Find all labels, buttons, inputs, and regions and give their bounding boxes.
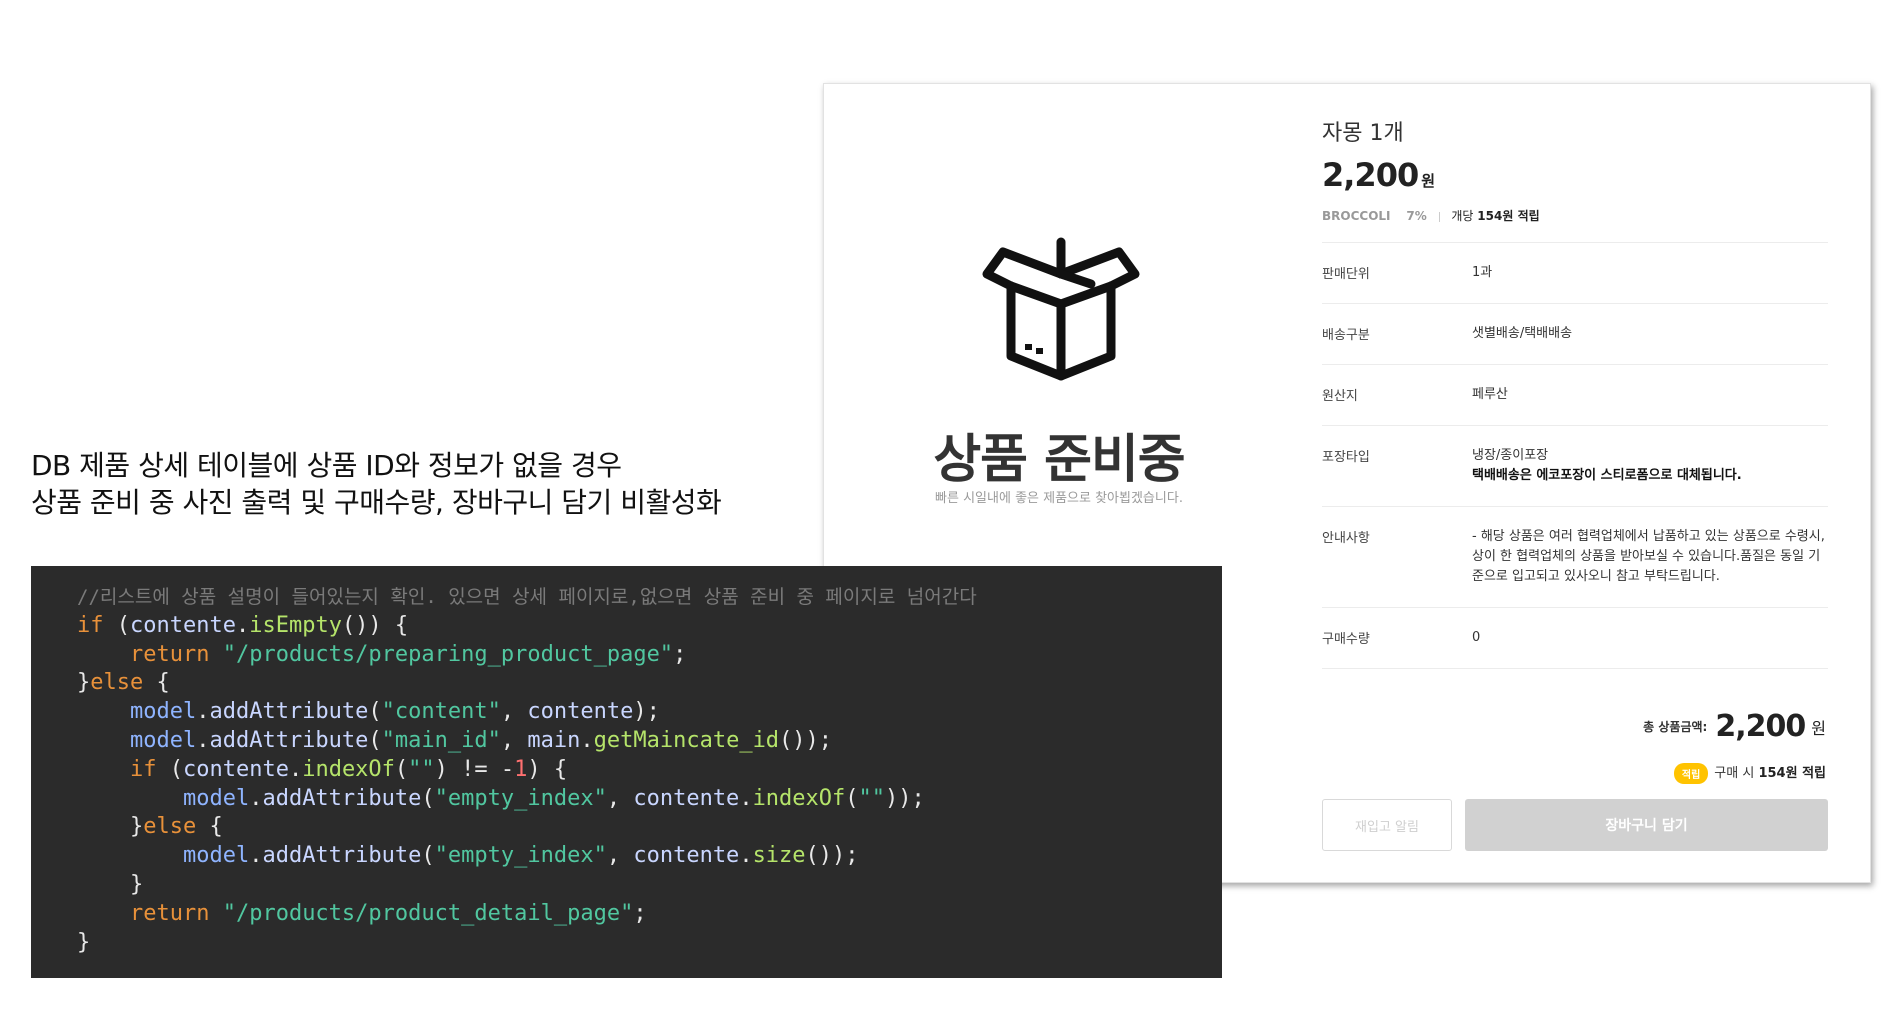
code-line: if (contente.isEmpty()) { [77, 612, 409, 638]
product-info: 자몽 1개 2,200 원 BROCCOLI 7% 개당 154원 적립 판매단위… [1322, 118, 1828, 669]
caption-line-2: 상품 준비 중 사진 출력 및 구매수량, 장바구니 담기 비활성화 [31, 486, 722, 519]
quantity-value: 0 [1472, 630, 1481, 645]
caption-line-1: DB 제품 상세 테이블에 상품 ID와 정보가 없을 경우 [31, 449, 622, 482]
code-line: model.addAttribute("empty_index", conten… [182, 843, 859, 869]
add-to-cart-button[interactable]: 장바구니 담기 [1465, 799, 1828, 851]
code-line: model.addAttribute("empty_index", conten… [182, 785, 925, 811]
info-value: - 해당 상품은 여러 협력업체에서 납품하고 있는 상품으로 수령시, 상이 … [1472, 529, 1825, 584]
preparing-subtitle: 빠른 시일내에 좋은 제품으로 찾아뵙겠습니다. [935, 491, 1183, 506]
info-key: 구매수량 [1322, 632, 1370, 647]
product-meta: BROCCOLI 7% 개당 154원 적립 [1322, 204, 1828, 243]
code-line: } [77, 929, 91, 955]
purchase-point-value: 154원 적립 [1758, 766, 1826, 781]
info-row-notice: 안내사항 - 해당 상품은 여러 협력업체에서 납품하고 있는 상품으로 수령시… [1322, 507, 1828, 608]
packaging-type: 냉장/종이포장 [1472, 448, 1549, 463]
restock-alarm-button[interactable]: 재입고 알림 [1322, 799, 1452, 851]
product-price: 2,200 원 [1322, 156, 1828, 198]
info-key: 포장타입 [1322, 450, 1370, 465]
total-label: 총 상품금액: [1643, 720, 1708, 734]
code-comment: //리스트에 상품 설명이 들어있는지 확인. 있으면 상세 페이지로,없으면 … [77, 586, 977, 608]
product-info-table: 판매단위 1과 배송구분 샛별배송/택배배송 원산지 페루산 포장타입 냉장/종… [1322, 243, 1828, 669]
info-value: 냉장/종이포장 택배배송은 에코포장이 스티로폼으로 대체됩니다. [1472, 446, 1828, 486]
info-value: 1과 [1472, 265, 1493, 280]
info-row-unit: 판매단위 1과 [1322, 243, 1828, 304]
preparing-title: 상품 준비중 [933, 430, 1185, 490]
total-value: 2,200 [1715, 709, 1806, 744]
info-row-quantity: 구매수량 0 [1322, 608, 1828, 669]
code-line: //리스트에 상품 설명이 들어있는지 확인. 있으면 상세 페이지로,없으면 … [31, 583, 1222, 612]
point-badge: 적립 [1673, 763, 1709, 784]
code-line: return "/products/preparing_product_page… [129, 641, 687, 667]
code-line: }else { [77, 814, 223, 840]
info-key: 원산지 [1322, 389, 1358, 404]
box-icon [982, 237, 1140, 381]
code-line: if (contente.indexOf("") != -1) { [129, 756, 568, 782]
code-line: }else { [77, 670, 170, 696]
purchase-point-prefix: 구매 시 [1714, 766, 1755, 781]
info-key: 판매단위 [1322, 267, 1370, 282]
product-name: 자몽 1개 [1322, 121, 1404, 146]
point-prefix: 개당 [1451, 209, 1474, 223]
packaging-notice: 택배배송은 에코포장이 스티로폼으로 대체됩니다. [1472, 468, 1742, 483]
total-unit: 원 [1811, 718, 1826, 738]
code-line: model.addAttribute("content", contente); [129, 699, 660, 725]
info-key: 안내사항 [1322, 531, 1370, 546]
info-row-packaging: 포장타입 냉장/종이포장 택배배송은 에코포장이 스티로폼으로 대체됩니다. [1322, 426, 1828, 507]
info-value: 페루산 [1472, 387, 1508, 402]
price-unit: 원 [1421, 172, 1436, 190]
code-line: return "/products/product_detail_page"; [129, 900, 647, 926]
info-value: 샛별배송/택배배송 [1472, 326, 1573, 341]
info-row-delivery: 배송구분 샛별배송/택배배송 [1322, 304, 1828, 365]
code-snippet: //리스트에 상품 설명이 들어있는지 확인. 있으면 상세 페이지로,없으면 … [31, 566, 1222, 978]
info-key: 배송구분 [1322, 328, 1370, 343]
divider [1438, 211, 1440, 222]
slide-caption: DB 제품 상세 테이블에 상품 ID와 정보가 없을 경우 상품 준비 중 사… [31, 447, 722, 521]
brand-label: BROCCOLI [1322, 209, 1391, 223]
info-row-origin: 원산지 페루산 [1322, 365, 1828, 426]
purchase-point: 적립 구매 시 154원 적립 [1673, 762, 1826, 784]
point-percent: 7% [1406, 209, 1427, 223]
code-line: } [77, 871, 144, 897]
point-info: 개당 154원 적립 [1451, 209, 1539, 223]
point-value: 154원 적립 [1477, 209, 1540, 223]
code-line: model.addAttribute("main_id", main.getMa… [129, 727, 833, 753]
total-price: 총 상품금액: 2,200 원 [1643, 709, 1826, 744]
price-value: 2,200 [1322, 156, 1419, 194]
